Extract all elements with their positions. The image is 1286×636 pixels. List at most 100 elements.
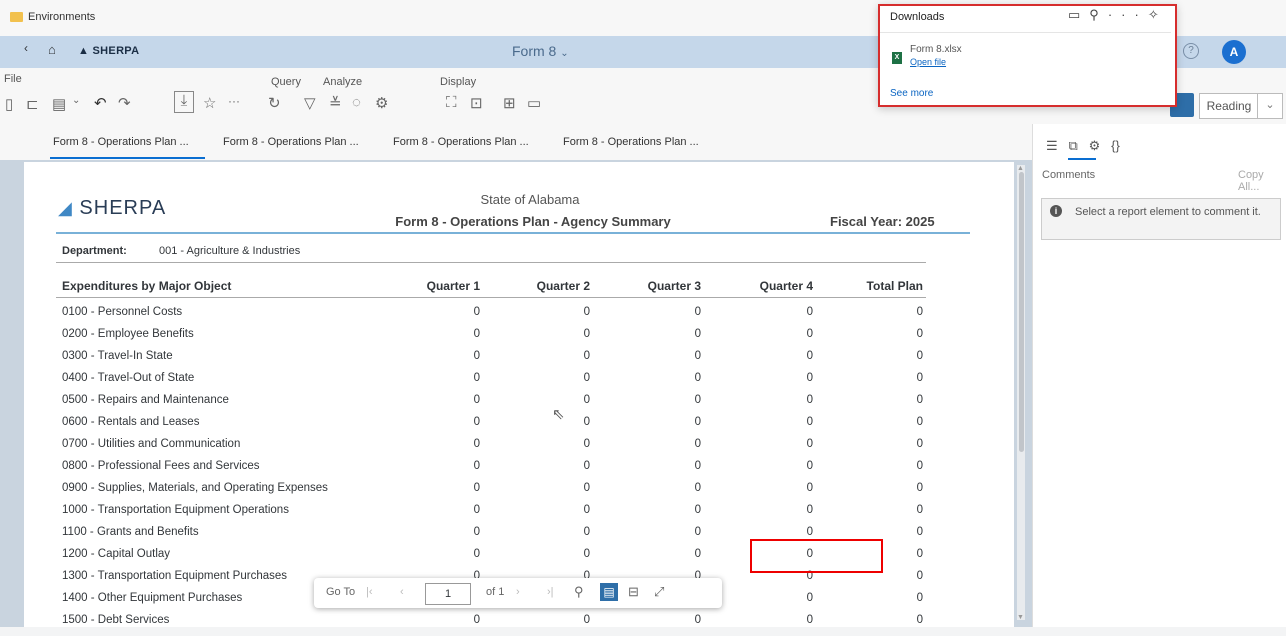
- cell-q4[interactable]: 0: [753, 394, 813, 406]
- cell-q2[interactable]: 0: [530, 350, 590, 362]
- cell-total[interactable]: 0: [863, 592, 923, 604]
- help-icon[interactable]: ?: [1183, 43, 1199, 59]
- cell-q3[interactable]: 0: [641, 394, 701, 406]
- refresh-icon[interactable]: ↻: [268, 94, 281, 112]
- new-icon[interactable]: ▯: [5, 95, 13, 113]
- scroll-down-icon[interactable]: ▼: [1017, 614, 1024, 621]
- cell-q4[interactable]: 0: [753, 372, 813, 384]
- cell-total[interactable]: 0: [863, 504, 923, 516]
- table-row[interactable]: 0200 - Employee Benefits 0 0 0 0 0: [62, 328, 932, 350]
- first-page-icon[interactable]: |‹: [366, 586, 373, 598]
- cell-q3[interactable]: 0: [641, 504, 701, 516]
- cell-q3[interactable]: 0: [641, 460, 701, 472]
- cell-q3[interactable]: 0: [641, 306, 701, 318]
- cell-q4[interactable]: 0: [753, 350, 813, 362]
- code-icon[interactable]: {}: [1111, 138, 1120, 153]
- fullscreen-icon[interactable]: ⊡: [470, 94, 483, 112]
- page-view-icon[interactable]: ▤: [600, 583, 618, 601]
- cell-q2[interactable]: 0: [530, 460, 590, 472]
- cell-total[interactable]: 0: [863, 614, 923, 626]
- cell-total[interactable]: 0: [863, 394, 923, 406]
- undo-icon[interactable]: ↶: [94, 94, 107, 112]
- zoom-icon[interactable]: ⚲: [574, 584, 584, 600]
- copy-all-button[interactable]: Copy All...: [1238, 169, 1286, 193]
- cell-total[interactable]: 0: [863, 350, 923, 362]
- cell-q1[interactable]: 0: [420, 614, 480, 626]
- cell-q1[interactable]: 0: [420, 350, 480, 362]
- cell-q1[interactable]: 0: [420, 438, 480, 450]
- cell-q4[interactable]: 0: [753, 306, 813, 318]
- open-icon[interactable]: ⊏: [26, 95, 39, 113]
- cell-q3[interactable]: 0: [641, 526, 701, 538]
- open-file-link[interactable]: Open file: [910, 57, 946, 67]
- cell-q2[interactable]: 0: [530, 504, 590, 516]
- cell-q3[interactable]: 0: [641, 614, 701, 626]
- more-icon[interactable]: ···: [1108, 7, 1148, 22]
- cell-total[interactable]: 0: [863, 372, 923, 384]
- cell-q4[interactable]: 0: [753, 592, 813, 604]
- chevron-down-icon[interactable]: ⌄: [1257, 93, 1283, 119]
- cell-q4[interactable]: 0: [753, 526, 813, 538]
- scroll-up-icon[interactable]: ▲: [1017, 165, 1024, 172]
- settings-icon[interactable]: ⚙: [1089, 138, 1101, 153]
- cell-q3[interactable]: 0: [641, 482, 701, 494]
- back-icon[interactable]: ‹: [24, 41, 28, 55]
- more-icon[interactable]: ···: [228, 94, 240, 108]
- cell-q1[interactable]: 0: [420, 394, 480, 406]
- cell-q4[interactable]: 0: [753, 504, 813, 516]
- environments-tab[interactable]: Environments: [10, 11, 95, 23]
- cell-q4[interactable]: 0: [753, 328, 813, 340]
- table-row[interactable]: 0300 - Travel-In State 0 0 0 0 0: [62, 350, 932, 372]
- cell-q2[interactable]: 0: [530, 482, 590, 494]
- cell-q1[interactable]: 0: [420, 460, 480, 472]
- save-icon[interactable]: ▤: [52, 95, 66, 113]
- cell-q4[interactable]: 0: [753, 482, 813, 494]
- cell-q1[interactable]: 0: [420, 328, 480, 340]
- cell-q1[interactable]: 0: [420, 504, 480, 516]
- table-row[interactable]: 0900 - Supplies, Materials, and Operatin…: [62, 482, 932, 504]
- cell-total[interactable]: 0: [863, 416, 923, 428]
- table-row[interactable]: 0500 - Repairs and Maintenance 0 0 0 0 0: [62, 394, 932, 416]
- cell-q3[interactable]: 0: [641, 350, 701, 362]
- save-dropdown-icon[interactable]: ⌄: [72, 95, 80, 106]
- tab-operations-plan-3[interactable]: Form 8 - Operations Plan ...: [393, 136, 529, 148]
- table-row[interactable]: 0800 - Professional Fees and Services 0 0 0…: [62, 460, 932, 482]
- grid-view-icon[interactable]: ⊟: [628, 584, 639, 600]
- previous-page-icon[interactable]: ‹: [400, 586, 404, 598]
- tab-operations-plan-1[interactable]: Form 8 - Operations Plan ...: [53, 136, 189, 148]
- table-row[interactable]: 0700 - Utilities and Communication 0 0 0 0 0: [62, 438, 932, 460]
- folder-icon[interactable]: ▭: [1068, 7, 1089, 22]
- view-mode-select[interactable]: Reading: [1199, 93, 1259, 119]
- app-logo[interactable]: ▲ SHERPA: [78, 45, 139, 57]
- history-icon[interactable]: ◌: [352, 94, 361, 111]
- table-row[interactable]: 1000 - Transportation Equipment Operatio…: [62, 504, 932, 526]
- cell-q1[interactable]: 0: [420, 306, 480, 318]
- home-icon[interactable]: ⌂: [48, 42, 56, 57]
- sort-icon[interactable]: ≚: [329, 94, 342, 112]
- cell-q2[interactable]: 0: [530, 526, 590, 538]
- cell-q1[interactable]: 0: [420, 482, 480, 494]
- cell-total[interactable]: 0: [863, 460, 923, 472]
- comments-icon[interactable]: ⧉: [1069, 138, 1078, 153]
- see-more-link[interactable]: See more: [890, 88, 933, 99]
- cell-total[interactable]: 0: [863, 306, 923, 318]
- fit-page-icon[interactable]: ⤢: [654, 584, 664, 600]
- filter-icon[interactable]: ▽: [304, 94, 316, 112]
- cell-q2[interactable]: 0: [530, 438, 590, 450]
- scrollbar-thumb[interactable]: [1019, 172, 1024, 452]
- cell-q4[interactable]: 0: [753, 460, 813, 472]
- cell-total[interactable]: 0: [863, 526, 923, 538]
- cell-q3[interactable]: 0: [641, 372, 701, 384]
- cell-q3[interactable]: 0: [641, 548, 701, 560]
- expand-icon[interactable]: ⛶: [446, 94, 457, 111]
- cell-total[interactable]: 0: [863, 328, 923, 340]
- cell-q1[interactable]: 0: [420, 548, 480, 560]
- cell-q2[interactable]: 0: [530, 548, 590, 560]
- cell-q1[interactable]: 0: [420, 372, 480, 384]
- cell-q3[interactable]: 0: [641, 328, 701, 340]
- export-icon[interactable]: ⤓: [174, 91, 194, 113]
- cell-q3[interactable]: 0: [641, 438, 701, 450]
- page-number-input[interactable]: 1: [425, 583, 471, 605]
- cell-total[interactable]: 0: [863, 438, 923, 450]
- search-icon[interactable]: ⚲: [1089, 7, 1108, 22]
